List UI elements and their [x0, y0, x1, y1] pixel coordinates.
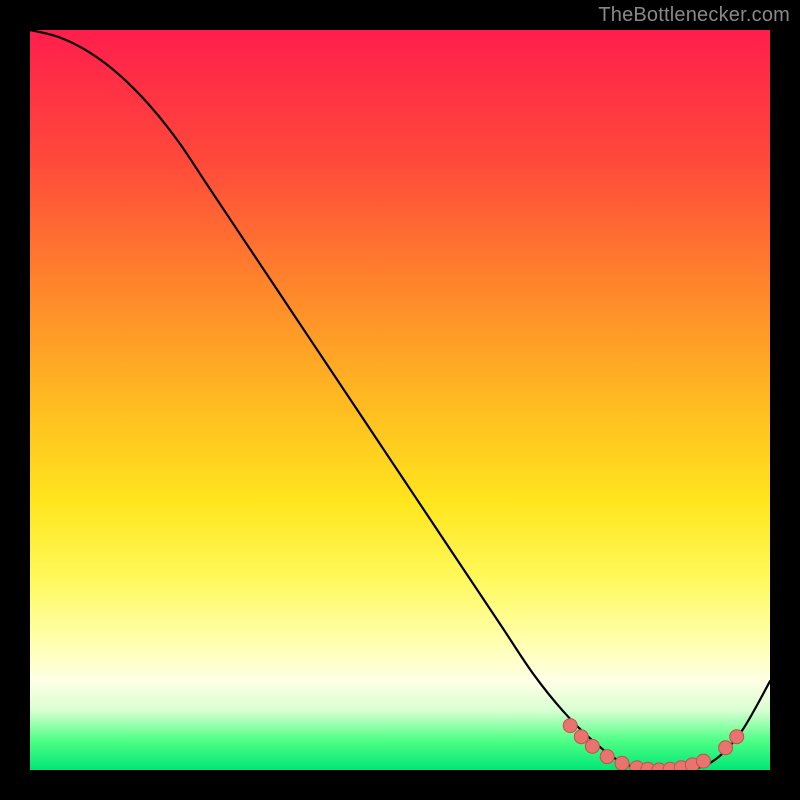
- data-marker: [696, 754, 710, 768]
- attribution-text: TheBottlenecker.com: [598, 4, 790, 27]
- data-markers: [563, 719, 744, 770]
- data-marker: [574, 730, 588, 744]
- data-marker: [600, 750, 614, 764]
- data-marker: [585, 739, 599, 753]
- curve-layer: [30, 30, 770, 770]
- data-marker: [730, 730, 744, 744]
- data-marker: [719, 741, 733, 755]
- chart-container: TheBottlenecker.com: [0, 0, 800, 800]
- data-marker: [615, 756, 629, 770]
- bottleneck-curve: [30, 30, 770, 770]
- plot-area: [30, 30, 770, 770]
- data-marker: [563, 719, 577, 733]
